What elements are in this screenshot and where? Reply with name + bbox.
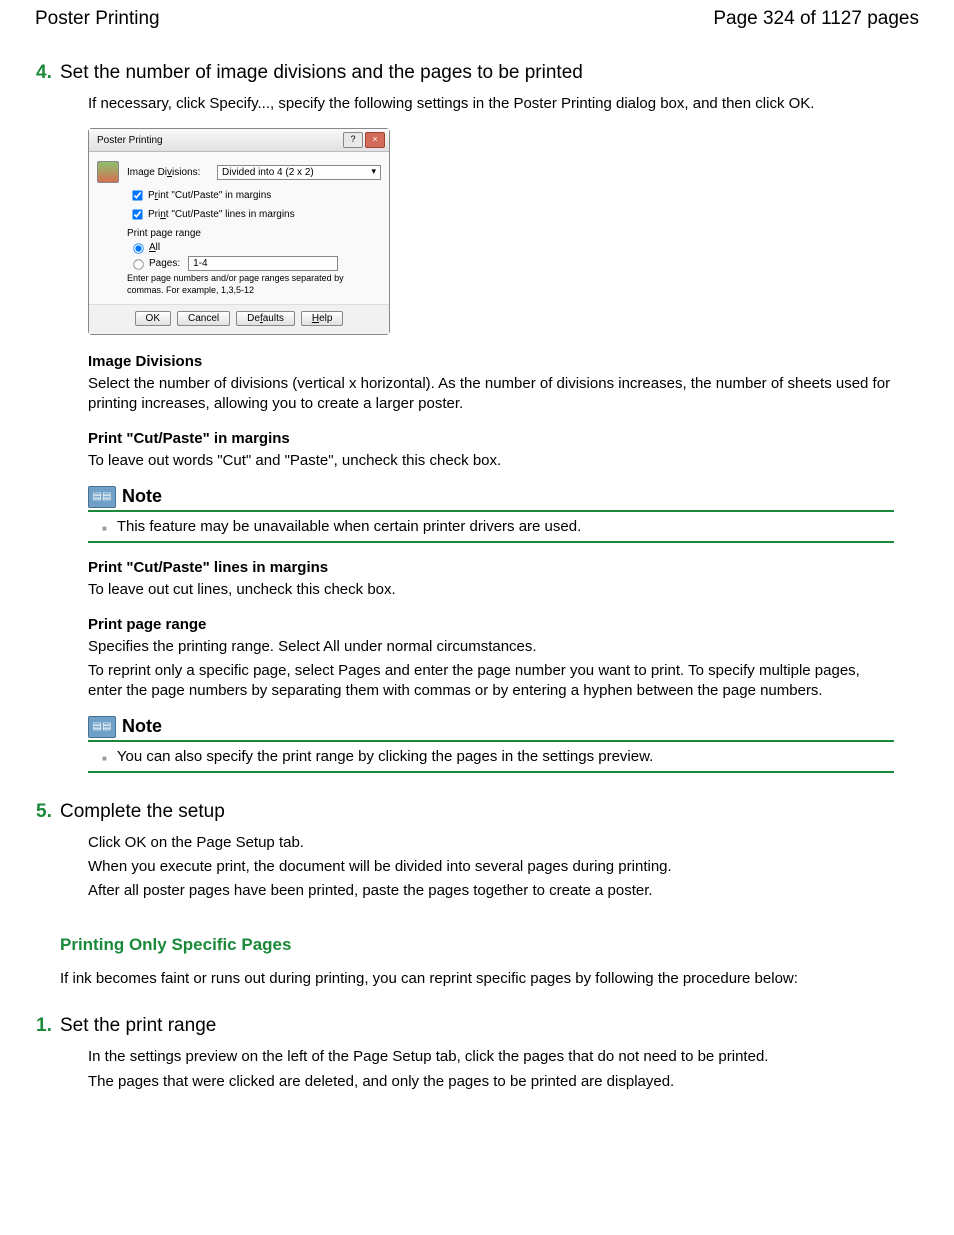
- dialog-titlebar: Poster Printing ? ×: [89, 129, 389, 152]
- print-page-range-label: Print page range: [127, 228, 381, 239]
- note-title: Note: [122, 486, 162, 507]
- radio-label: Pages:: [149, 258, 180, 269]
- ok-button[interactable]: OK: [135, 311, 171, 326]
- radio-pages[interactable]: Pages: 1-4: [127, 255, 381, 271]
- step-text: When you execute print, the document wil…: [88, 857, 894, 877]
- dialog-help-icon[interactable]: ?: [343, 132, 363, 148]
- image-divisions-select[interactable]: Divided into 4 (2 x 2): [217, 165, 381, 180]
- step-text: Click OK on the Page Setup tab.: [88, 833, 894, 853]
- radio-input[interactable]: [133, 244, 143, 254]
- radio-all[interactable]: All: [127, 239, 381, 255]
- note-icon: ▤▤: [88, 486, 116, 508]
- cut-paste-lines-checkbox[interactable]: Print "Cut/Paste" lines in margins: [127, 205, 381, 224]
- cut-paste-margins-checkbox[interactable]: Print "Cut/Paste" in margins: [127, 186, 381, 205]
- checkbox-input[interactable]: [132, 210, 142, 220]
- def-title: Print page range: [88, 616, 894, 633]
- step-intro: If necessary, click Specify..., specify …: [88, 94, 894, 114]
- section-intro: If ink becomes faint or runs out during …: [60, 970, 894, 987]
- def-title: Print "Cut/Paste" lines in margins: [88, 559, 894, 576]
- checkbox-label: Print "Cut/Paste" lines in margins: [148, 209, 295, 220]
- def-text: Specifies the printing range. Select All…: [88, 637, 894, 657]
- step-number: 5.: [36, 801, 52, 823]
- poster-icon: [97, 161, 119, 183]
- step-number: 4.: [36, 62, 52, 84]
- step-title: Complete the setup: [60, 801, 894, 823]
- note-block: ▤▤ Note This feature may be unavailable …: [88, 486, 894, 543]
- section-heading: Printing Only Specific Pages: [60, 935, 894, 955]
- def-title: Print "Cut/Paste" in margins: [88, 430, 894, 447]
- page-header: Poster Printing Page 324 of 1127 pages: [0, 0, 954, 34]
- step-text: The pages that were clicked are deleted,…: [88, 1072, 894, 1092]
- step-text: After all poster pages have been printed…: [88, 881, 894, 901]
- image-divisions-label: Image Divisions:: [127, 167, 217, 178]
- note-title: Note: [122, 716, 162, 737]
- note-item: You can also specify the print range by …: [102, 748, 894, 765]
- checkbox-input[interactable]: [132, 191, 142, 201]
- radio-label: All: [149, 242, 160, 253]
- def-title: Image Divisions: [88, 353, 894, 370]
- step-4: 4. Set the number of image divisions and…: [60, 62, 894, 472]
- content-area: 4. Set the number of image divisions and…: [0, 62, 954, 1136]
- def-text: Select the number of divisions (vertical…: [88, 374, 894, 415]
- dialog-title: Poster Printing: [97, 135, 163, 146]
- note-icon: ▤▤: [88, 716, 116, 738]
- pages-hint: Enter page numbers and/or page ranges se…: [127, 273, 381, 296]
- poster-printing-dialog: Poster Printing ? × Image Divisions: Div…: [88, 128, 390, 335]
- def-text: To leave out cut lines, uncheck this che…: [88, 580, 894, 600]
- help-button[interactable]: Help: [301, 311, 344, 326]
- page-counter: Page 324 of 1127 pages: [713, 8, 919, 30]
- step-text: In the settings preview on the left of t…: [88, 1047, 894, 1067]
- radio-input[interactable]: [133, 260, 143, 270]
- doc-title: Poster Printing: [35, 8, 160, 30]
- def-text: To reprint only a specific page, select …: [88, 661, 894, 702]
- cancel-button[interactable]: Cancel: [177, 311, 230, 326]
- note-block: ▤▤ Note You can also specify the print r…: [88, 716, 894, 773]
- pages-input[interactable]: 1-4: [188, 256, 338, 271]
- note-item: This feature may be unavailable when cer…: [102, 518, 894, 535]
- checkbox-label: Print "Cut/Paste" in margins: [148, 190, 271, 201]
- close-icon[interactable]: ×: [365, 132, 385, 148]
- step-5: 5. Complete the setup Click OK on the Pa…: [60, 801, 894, 902]
- step-number: 1.: [36, 1015, 52, 1037]
- step-title: Set the print range: [60, 1015, 894, 1037]
- def-text: To leave out words "Cut" and "Paste", un…: [88, 451, 894, 471]
- section2-step-1: 1. Set the print range In the settings p…: [60, 1015, 894, 1092]
- defaults-button[interactable]: Defaults: [236, 311, 295, 326]
- step-title: Set the number of image divisions and th…: [60, 62, 894, 84]
